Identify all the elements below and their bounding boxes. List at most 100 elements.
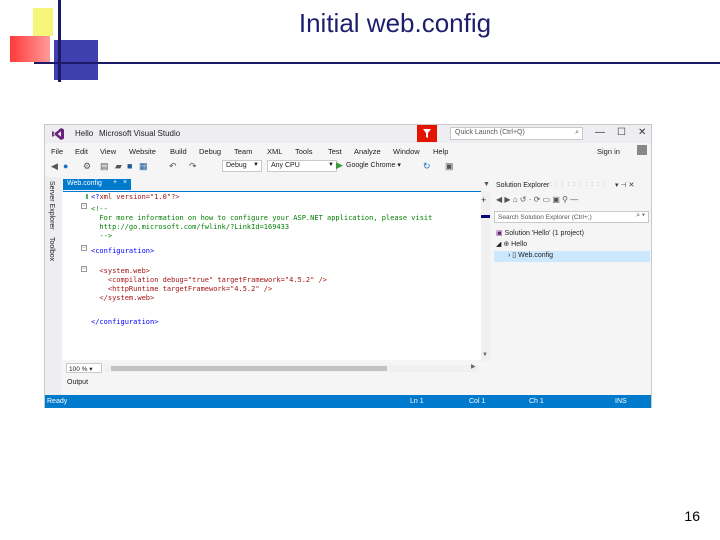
save-all-icon[interactable]: ▦ [139,161,148,172]
menu-file[interactable]: File [51,147,63,156]
expand-arrow-icon: ◢ [496,241,502,248]
run-play-icon[interactable]: ▶ [336,160,343,171]
tab-dropdown-icon[interactable]: ▼ [483,181,490,188]
editor-tab-label: Web.config [67,180,102,187]
tree-label-solution: Solution 'Hello' (1 project) [504,230,584,237]
fold-toggle-icon[interactable]: − [81,203,87,209]
status-char: Ch 1 [529,398,544,405]
quick-launch-placeholder: Quick Launch (Ctrl+Q) [455,129,525,136]
user-avatar-icon[interactable] [637,145,647,155]
status-line: Ln 1 [410,398,424,405]
tree-row-project[interactable]: ◢ ⊕ Hello [496,240,646,251]
code-line-2: <!-- [91,205,108,213]
code-line-5: --> [91,232,113,240]
menu-bar: File Edit View Website Build Debug Team … [45,144,651,157]
title-app-name: Microsoft Visual Studio [99,129,181,138]
fold-toggle-icon[interactable]: − [81,245,87,251]
configuration-value: Debug [226,162,247,169]
search-placeholder: Search Solution Explorer (Ctrl+;) [498,214,592,221]
maximize-button[interactable]: ☐ [617,127,626,138]
scroll-position-marker [481,215,490,218]
menu-build[interactable]: Build [170,147,187,156]
notification-flag-button[interactable] [417,125,437,142]
menu-team[interactable]: Team [234,147,252,156]
platform-select[interactable]: Any CPU ▼ [267,160,337,172]
editor-tab-web-config[interactable]: Web.config + × [63,179,131,190]
save-icon[interactable]: ■ [127,161,132,171]
menu-view[interactable]: View [100,147,116,156]
solution-config-icon[interactable]: ⚙ [83,161,91,172]
zoom-value: 100 % [69,366,88,373]
menu-help[interactable]: Help [433,147,448,156]
split-plus-icon[interactable]: + [481,195,486,205]
server-explorer-tab[interactable]: Server Explorer [48,181,55,230]
code-line-4: http://go.microsoft.com/fwlink/?LinkId=1… [91,223,290,231]
solution-explorer-title: Solution Explorer [496,182,550,189]
menu-xml[interactable]: XML [267,147,282,156]
menu-analyze[interactable]: Analyze [354,147,381,156]
close-button[interactable]: ✕ [638,127,646,138]
menu-test[interactable]: Test [328,147,342,156]
scroll-down-icon[interactable]: ▼ [482,352,488,358]
title-bar: Hello Microsoft Visual Studio Quick Laun… [45,125,651,143]
tree-row-solution[interactable]: ▣ Solution 'Hello' (1 project) [496,229,646,240]
menu-debug[interactable]: Debug [199,147,221,156]
change-marker [86,194,88,199]
menu-website[interactable]: Website [129,147,156,156]
drag-grip[interactable]: : : : : : : : : : : [550,181,606,188]
quick-launch-input[interactable]: Quick Launch (Ctrl+Q) ⌕ [450,127,583,140]
code-text: xml version="1.0"?> [99,193,180,201]
zoom-select[interactable]: 100 % ▾ [66,363,102,373]
back-icon[interactable]: ◀ [51,161,58,172]
filter-flag-icon [423,129,431,138]
new-project-icon[interactable]: ▤ [100,161,109,172]
chevron-down-icon: ▼ [253,162,259,168]
scroll-right-icon[interactable]: ▶ [471,363,476,370]
slide-decoration-vertical-line [58,0,61,82]
status-ready: Ready [47,398,68,405]
menu-edit[interactable]: Edit [75,147,88,156]
menu-tools[interactable]: Tools [295,147,313,156]
configuration-select[interactable]: Debug ▼ [222,160,262,172]
visual-studio-logo-icon [52,128,64,140]
forward-icon[interactable]: ● [63,161,68,171]
platform-value: Any CPU [271,162,300,169]
fold-toggle-icon[interactable]: − [81,266,87,272]
slide-decoration-horizontal-line [34,62,720,64]
code-line-6: <configuration> [91,247,155,255]
toolbox-tab[interactable]: Toolbox [48,237,55,261]
open-file-icon[interactable]: ▰ [115,161,122,172]
sign-in-link[interactable]: Sign in [597,147,620,156]
menu-window[interactable]: Window [393,147,420,156]
slide-number: 16 [684,508,700,524]
code-line-10: </system.web> [91,294,155,302]
redo-icon[interactable]: ↷ [189,161,197,172]
browser-value: Google Chrome [346,162,396,169]
horizontal-scroll-thumb[interactable] [111,366,387,371]
minimize-button[interactable]: — [595,127,605,138]
collapse-arrow-icon: › [508,252,511,259]
output-panel [63,377,490,393]
close-icon[interactable]: × [123,179,127,186]
browser-link-icon[interactable]: ▣ [445,161,454,172]
search-icon: ⌕ [575,129,579,136]
code-line-1: <?xml version="1.0"?> [91,193,180,201]
solution-explorer-search-input[interactable]: Search Solution Explorer (Ctrl+;) ⌕ ▾ [494,211,649,223]
pin-icon[interactable]: + [113,179,117,186]
code-editor[interactable]: − − − <?xml version="1.0"?> <!-- For mor… [63,191,490,360]
slide-decoration-yellow [33,8,53,36]
refresh-icon[interactable]: ↻ [423,161,431,172]
tree-row-web-config[interactable]: › ▯ Web.config [494,251,650,262]
solution-icon: ▣ [496,230,503,237]
solution-explorer-controls[interactable]: ▾ ⊣ ✕ [615,181,634,189]
code-line-3: For more information on how to configure… [91,214,433,222]
status-bar: Ready Ln 1 Col 1 Ch 1 INS [45,395,651,408]
output-tab[interactable]: Output [67,379,88,386]
browser-select[interactable]: Google Chrome ▾ [346,161,401,169]
code-line-8: <compilation debug="true" targetFramewor… [91,276,328,284]
web-project-icon: ⊕ [503,241,510,248]
slide-title: Initial web.config [298,8,492,38]
solution-explorer-toolbar[interactable]: ◀ ▶ ⌂ ↺ · ⟳ ▭ ▣ ⚲ — [496,195,578,204]
undo-icon[interactable]: ↶ [169,161,177,172]
tree-label-file: Web.config [518,252,553,259]
